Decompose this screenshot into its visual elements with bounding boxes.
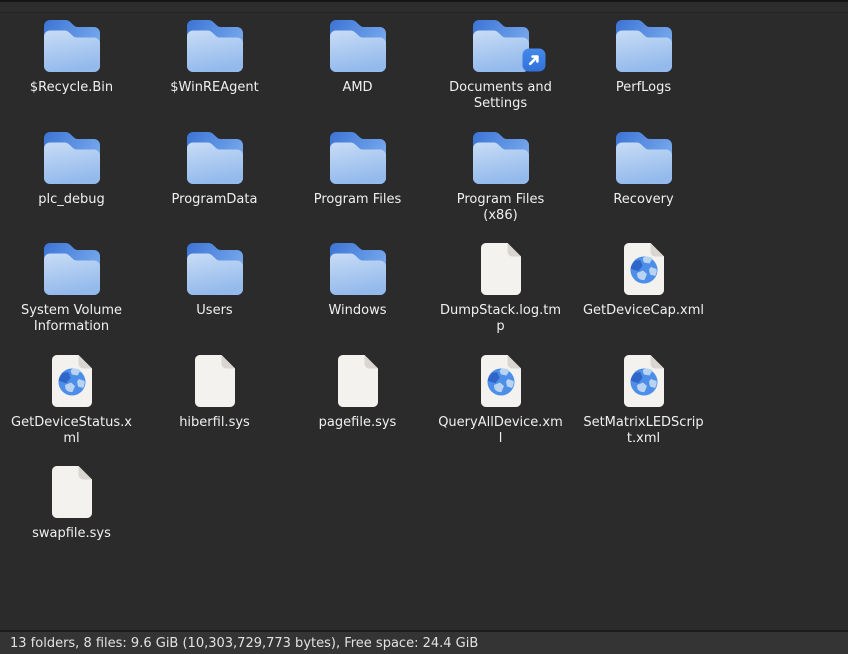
- file-item[interactable]: System Volume Information: [0, 241, 143, 336]
- folder-icon: [473, 132, 529, 184]
- xml-file-icon: [624, 355, 664, 407]
- file-item-label: GetDeviceCap.xml: [583, 303, 704, 319]
- file-item[interactable]: DumpStack.log.tmp: [429, 241, 572, 336]
- file-item-label: Users: [196, 303, 232, 319]
- file-item-label: hiberfil.sys: [179, 415, 250, 431]
- file-item-icon: [616, 130, 672, 184]
- file-item[interactable]: ProgramData: [143, 130, 286, 225]
- file-item[interactable]: hiberfil.sys: [143, 353, 286, 448]
- file-item-label: plc_debug: [38, 192, 105, 208]
- xml-file-icon: [624, 243, 664, 295]
- folder-icon: [330, 132, 386, 184]
- folder-icon: [44, 243, 100, 295]
- document-icon: [338, 355, 378, 407]
- globe-icon: [487, 368, 514, 395]
- folder-icon: [44, 132, 100, 184]
- file-item-label: DumpStack.log.tmp: [438, 303, 563, 336]
- file-item-label: $WinREAgent: [170, 80, 258, 96]
- file-item[interactable]: Windows: [286, 241, 429, 336]
- folder-icon: [187, 243, 243, 295]
- file-item[interactable]: pagefile.sys: [286, 353, 429, 448]
- file-item[interactable]: Users: [143, 241, 286, 336]
- file-item-icon: [44, 353, 100, 407]
- folder-icon: [330, 243, 386, 295]
- file-item-label: swapfile.sys: [32, 526, 111, 542]
- window-top-edge: [0, 0, 848, 13]
- file-item-label: Program Files (x86): [438, 192, 563, 225]
- globe-icon: [630, 368, 657, 395]
- file-item-label: PerfLogs: [616, 80, 671, 96]
- file-item-icon: [187, 18, 243, 72]
- file-item-label: ProgramData: [172, 192, 258, 208]
- globe-icon: [630, 257, 657, 284]
- file-item[interactable]: PerfLogs: [572, 18, 715, 113]
- folder-icon: [187, 132, 243, 184]
- file-item-label: SetMatrixLEDScript.xml: [581, 415, 706, 448]
- file-item-label: Recovery: [613, 192, 673, 208]
- folder-icon: [616, 132, 672, 184]
- status-bar: 13 folders, 8 files: 9.6 GiB (10,303,729…: [0, 630, 848, 654]
- file-item[interactable]: Program Files: [286, 130, 429, 225]
- file-item-icon: [187, 130, 243, 184]
- file-item[interactable]: swapfile.sys: [0, 464, 143, 542]
- document-icon: [481, 243, 521, 295]
- file-item[interactable]: GetDeviceCap.xml: [572, 241, 715, 336]
- file-item-label: QueryAllDevice.xml: [438, 415, 563, 448]
- file-item-icon: [330, 18, 386, 72]
- globe-icon: [58, 368, 85, 395]
- file-item-icon: [473, 241, 529, 295]
- file-item-icon: [616, 353, 672, 407]
- folder-icon: [44, 20, 100, 72]
- file-item[interactable]: Program Files (x86): [429, 130, 572, 225]
- file-item-label: Windows: [328, 303, 386, 319]
- file-item-icon: [473, 130, 529, 184]
- file-item-label: pagefile.sys: [319, 415, 397, 431]
- file-item-icon: [473, 18, 529, 72]
- file-item-label: AMD: [342, 80, 372, 96]
- folder-icon: [473, 20, 529, 72]
- file-item-icon: [187, 241, 243, 295]
- file-item-label: $Recycle.Bin: [30, 80, 113, 96]
- file-item[interactable]: GetDeviceStatus.xml: [0, 353, 143, 448]
- file-item-icon: [330, 353, 386, 407]
- file-item-icon: [473, 353, 529, 407]
- file-item[interactable]: $WinREAgent: [143, 18, 286, 113]
- status-text: 13 folders, 8 files: 9.6 GiB (10,303,729…: [10, 636, 478, 651]
- file-item-icon: [44, 241, 100, 295]
- file-item[interactable]: Recovery: [572, 130, 715, 225]
- file-grid: $Recycle.Bin $WinREAgent AMD: [0, 13, 848, 630]
- document-icon: [195, 355, 235, 407]
- xml-file-icon: [52, 355, 92, 407]
- file-item-icon: [44, 18, 100, 72]
- folder-icon: [616, 20, 672, 72]
- file-item-icon: [44, 464, 100, 518]
- xml-file-icon: [481, 355, 521, 407]
- file-item-icon: [616, 241, 672, 295]
- file-item[interactable]: SetMatrixLEDScript.xml: [572, 353, 715, 448]
- file-item-label: Program Files: [314, 192, 402, 208]
- file-item[interactable]: AMD: [286, 18, 429, 113]
- file-item[interactable]: Documents and Settings: [429, 18, 572, 113]
- shortcut-arrow-emblem-icon: [522, 48, 546, 72]
- file-item[interactable]: QueryAllDevice.xml: [429, 353, 572, 448]
- file-item-label: System Volume Information: [9, 303, 134, 336]
- file-item[interactable]: $Recycle.Bin: [0, 18, 143, 113]
- file-item-icon: [330, 130, 386, 184]
- folder-icon: [330, 20, 386, 72]
- file-item-icon: [616, 18, 672, 72]
- document-icon: [52, 466, 92, 518]
- file-item-icon: [44, 130, 100, 184]
- file-item[interactable]: plc_debug: [0, 130, 143, 225]
- file-item-label: Documents and Settings: [438, 80, 563, 113]
- file-item-icon: [330, 241, 386, 295]
- file-item-label: GetDeviceStatus.xml: [9, 415, 134, 448]
- folder-icon: [187, 20, 243, 72]
- file-item-icon: [187, 353, 243, 407]
